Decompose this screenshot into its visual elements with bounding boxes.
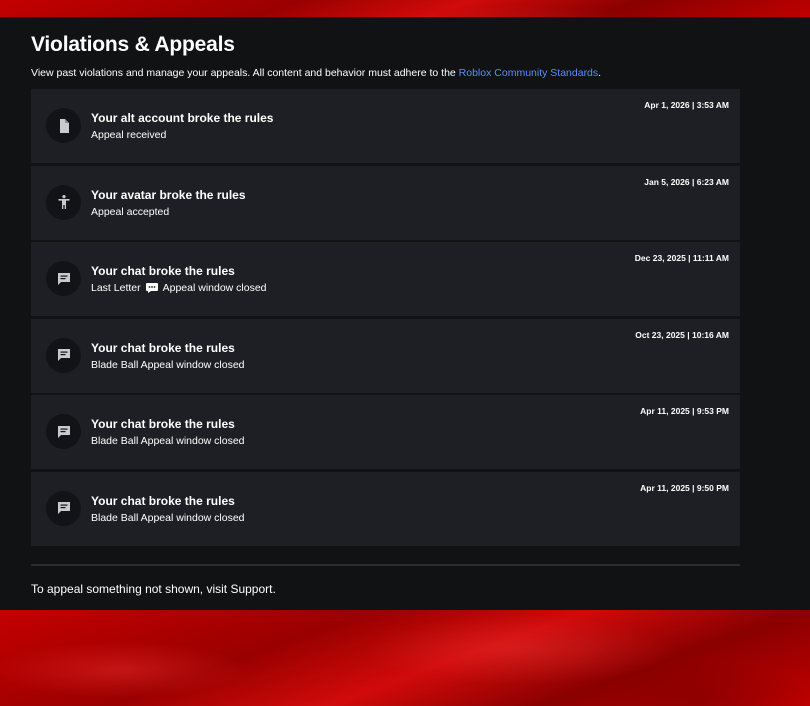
violation-date: Jan 5, 2026 | 6:23 AM (644, 176, 729, 187)
status-text: Appeal received (91, 129, 167, 141)
violation-date: Dec 23, 2025 | 11:11 AM (634, 253, 729, 264)
status-text: Blade Ball Appeal window closed (91, 435, 245, 448)
violation-title: Your avatar broke the rules (91, 187, 246, 202)
chat-icon (46, 261, 81, 297)
violation-date: Oct 23, 2025 | 10:16 AM (635, 329, 729, 340)
support-footer-text[interactable]: To appeal something not shown, visit Sup… (31, 582, 276, 596)
status-text: Blade Ball Appeal window closed (91, 511, 245, 524)
violation-title: Your alt account broke the rules (91, 111, 274, 125)
chat-icon (46, 414, 81, 450)
violation-card[interactable]: Your alt account broke the rules Appeal … (31, 89, 740, 163)
background-top (0, 0, 810, 18)
violation-status: Blade Ball Appeal window closed (91, 435, 245, 447)
document-icon (46, 108, 81, 143)
status-text: Appeal window closed (162, 282, 267, 295)
divider (31, 564, 740, 566)
violation-date: Apr 11, 2025 | 9:53 PM (640, 406, 729, 417)
violations-list: Your alt account broke the rules Appeal … (31, 89, 740, 549)
chat-icon (46, 337, 81, 373)
violation-status: Blade Ball Appeal window closed (91, 512, 245, 524)
violation-status: Appeal accepted (91, 206, 169, 218)
violation-title: Your chat broke the rules (91, 264, 235, 279)
subtitle-suffix: . (598, 67, 602, 79)
avatar-icon (46, 184, 81, 220)
violation-card[interactable]: Your avatar broke the rules Appeal accep… (31, 165, 740, 240)
status-text: Appeal accepted (91, 205, 170, 218)
violation-card[interactable]: Your chat broke the rules Blade Ball App… (31, 471, 740, 546)
status-text: Blade Ball Appeal window closed (91, 358, 245, 371)
message-icon (145, 283, 158, 294)
violation-status: Last Letter Appeal window closed (91, 282, 267, 294)
community-standards-link[interactable]: Roblox Community Standards (459, 67, 598, 79)
violation-card[interactable]: Your chat broke the rules Blade Ball App… (31, 395, 740, 470)
violation-title: Your chat broke the rules (91, 340, 235, 355)
violation-title: Your chat broke the rules (91, 417, 235, 432)
violation-status: Appeal received (91, 129, 166, 141)
page-subtitle: View past violations and manage your app… (31, 67, 601, 79)
violation-date: Apr 11, 2025 | 9:50 PM (640, 482, 729, 493)
violation-title: Your chat broke the rules (91, 493, 235, 508)
background-bottom (0, 610, 810, 706)
violations-panel: Violations & Appeals View past violation… (0, 17, 810, 610)
status-context: Last Letter (91, 282, 141, 295)
page-title: Violations & Appeals (31, 33, 235, 56)
violation-card[interactable]: Your chat broke the rules Last Letter Ap… (31, 242, 740, 317)
chat-icon (46, 490, 81, 526)
violation-status: Blade Ball Appeal window closed (91, 359, 245, 371)
subtitle-text: View past violations and manage your app… (31, 67, 456, 79)
violation-date: Apr 1, 2026 | 3:53 AM (644, 100, 729, 110)
violation-card[interactable]: Your chat broke the rules Blade Ball App… (31, 318, 740, 393)
